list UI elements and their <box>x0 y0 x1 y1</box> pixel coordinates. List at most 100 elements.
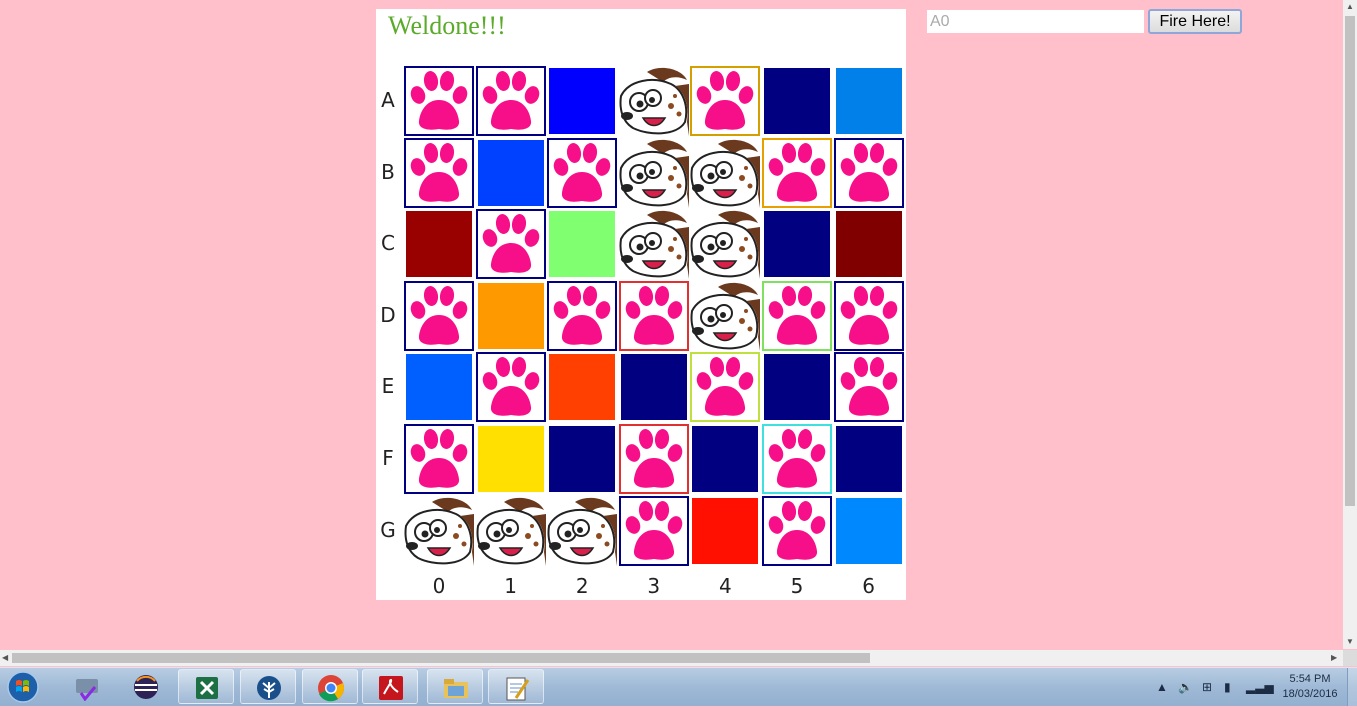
grid-cell-a4[interactable] <box>690 66 761 136</box>
paw-print-icon <box>833 137 904 208</box>
grid-cell-f2[interactable] <box>547 424 618 494</box>
grid-cell-a0[interactable] <box>404 66 474 136</box>
grid-cell-e5[interactable] <box>762 352 832 423</box>
grid-cell-f5[interactable] <box>762 424 832 494</box>
grid-cell-a6[interactable] <box>833 66 904 136</box>
grid-cell-a2[interactable] <box>547 66 618 136</box>
cartoon-dog-icon <box>547 495 618 566</box>
file-explorer-icon <box>444 679 468 698</box>
grid-cell-c0[interactable] <box>404 209 474 280</box>
grid-cell-f3[interactable] <box>618 424 689 494</box>
show-desktop-button[interactable] <box>1347 668 1357 706</box>
windows-logo-icon <box>7 671 39 703</box>
vertical-scrollbar[interactable]: ▲ ▼ <box>1343 0 1357 649</box>
grid-cell-d0[interactable] <box>404 280 474 351</box>
grid-cell-c6[interactable] <box>833 209 904 280</box>
taskbar-excel-button[interactable] <box>178 669 234 704</box>
grid-cell-d1[interactable] <box>475 280 546 351</box>
grid-cell-e1[interactable] <box>475 352 546 423</box>
paw-print-icon <box>690 66 761 136</box>
status-message: Weldone!!! <box>388 11 506 40</box>
grid-cell-c4[interactable] <box>690 209 761 280</box>
taskbar-tree-app-button[interactable] <box>240 669 296 704</box>
vertical-scroll-thumb[interactable] <box>1345 16 1355 506</box>
scroll-up-arrow-icon[interactable]: ▲ <box>1346 2 1354 12</box>
grid-cell-d4[interactable] <box>690 280 761 351</box>
col-label-0: 0 <box>432 574 446 598</box>
scroll-left-arrow-icon[interactable]: ◀ <box>2 653 8 663</box>
taskbar-file-explorer-button[interactable] <box>427 669 483 704</box>
grid-cell-d5[interactable] <box>762 280 832 351</box>
taskbar-notepad-button[interactable] <box>488 669 544 704</box>
grid-cell-d3[interactable] <box>618 280 689 351</box>
taskbar-eclipse-button[interactable] <box>118 669 174 704</box>
grid-cell-a3[interactable] <box>618 66 689 136</box>
grid-cell-b0[interactable] <box>404 137 474 208</box>
coordinate-input[interactable] <box>927 10 1144 33</box>
col-label-1: 1 <box>504 574 517 598</box>
grid-cell-f0[interactable] <box>404 424 474 494</box>
clock[interactable]: 5:54 PM 18/03/2016 <box>1270 672 1350 702</box>
speaker-icon[interactable]: 🔈 <box>1178 680 1193 694</box>
grid-cell-b3[interactable] <box>618 137 689 208</box>
taskbar-acrobat-button[interactable] <box>362 669 418 704</box>
row-label-b: B <box>381 159 395 184</box>
horizontal-scroll-thumb[interactable] <box>12 653 870 663</box>
grid-cell-b2[interactable] <box>547 137 618 208</box>
grid-cell-e3[interactable] <box>618 352 689 423</box>
grid-cell-d6[interactable] <box>833 280 904 351</box>
taskbar-computer-admin-button[interactable] <box>60 669 116 704</box>
grid-cell-d2[interactable] <box>547 280 618 351</box>
grid-cell-e6[interactable] <box>833 352 904 423</box>
cartoon-dog-icon <box>475 495 546 566</box>
grid-cell-c2[interactable] <box>547 209 618 280</box>
windows-flag-icon[interactable]: ⊞ <box>1202 680 1212 694</box>
grid-cell-b5[interactable] <box>762 137 832 208</box>
grid-cell-a5[interactable] <box>762 66 832 136</box>
grid-cell-g4[interactable] <box>690 495 761 566</box>
system-tray: ▲ 🔈 ⊞ ▮ ▂▃▅ <box>1150 668 1280 706</box>
row-label-a: A <box>381 88 395 112</box>
paw-print-icon <box>618 424 689 494</box>
grid-cell-e0[interactable] <box>404 352 474 423</box>
grid-cell-g2[interactable] <box>547 495 618 566</box>
grid-cell-c1[interactable] <box>475 209 546 280</box>
col-label-6: 6 <box>862 574 875 598</box>
col-label-4: 4 <box>719 574 732 598</box>
excel-icon <box>196 677 218 699</box>
scroll-down-arrow-icon[interactable]: ▼ <box>1346 637 1354 647</box>
paw-print-icon <box>762 495 832 566</box>
power-plug-icon[interactable]: ▮ <box>1224 680 1231 694</box>
show-hidden-icons-icon[interactable]: ▲ <box>1156 680 1168 694</box>
grid-cell-g5[interactable] <box>762 495 832 566</box>
row-label-d: D <box>380 302 396 327</box>
cartoon-dog-icon <box>690 209 761 280</box>
col-label-5: 5 <box>790 574 804 598</box>
grid-cell-c5[interactable] <box>762 209 832 280</box>
grid-cell-f1[interactable] <box>475 424 546 494</box>
grid-cell-e4[interactable] <box>690 352 761 423</box>
horizontal-scrollbar[interactable]: ◀ ▶ <box>0 650 1343 666</box>
taskbar-chrome-button[interactable] <box>302 669 358 704</box>
grid-cell-g0[interactable] <box>404 495 474 566</box>
grid-cell-e2[interactable] <box>547 352 618 423</box>
notepad-icon <box>506 677 530 701</box>
tree-app-icon <box>257 676 281 700</box>
grid-cell-f6[interactable] <box>833 424 904 494</box>
fire-button[interactable]: Fire Here! <box>1148 9 1242 34</box>
start-button[interactable] <box>2 670 42 704</box>
grid-cell-b1[interactable] <box>475 137 546 208</box>
paw-print-icon <box>762 424 832 494</box>
eclipse-icon <box>134 675 158 699</box>
grid-cell-b4[interactable] <box>690 137 761 208</box>
grid-cell-c3[interactable] <box>618 209 689 280</box>
grid-cell-g3[interactable] <box>618 495 689 566</box>
grid-cell-a1[interactable] <box>475 66 546 136</box>
grid-cell-f4[interactable] <box>690 424 761 494</box>
chrome-icon <box>318 675 345 702</box>
grid-cell-g6[interactable] <box>833 495 904 566</box>
paw-print-icon <box>404 137 474 208</box>
scroll-right-arrow-icon[interactable]: ▶ <box>1331 653 1337 663</box>
grid-cell-g1[interactable] <box>475 495 546 566</box>
grid-cell-b6[interactable] <box>833 137 904 208</box>
